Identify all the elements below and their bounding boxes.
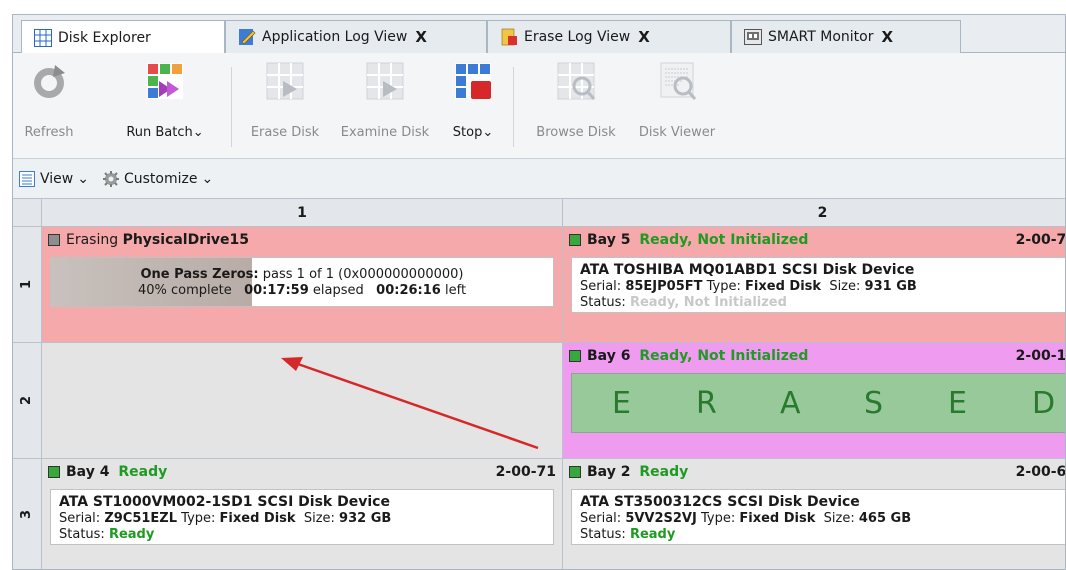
browse-disk-icon <box>556 61 596 103</box>
ribbon-separator <box>513 67 514 147</box>
tab-bar: Disk Explorer Application Log View X Era… <box>13 15 1065 54</box>
run-batch-icon <box>145 61 185 103</box>
tab-application-log-view[interactable]: Application Log View X <box>225 20 487 53</box>
disk-viewer-icon <box>657 61 697 103</box>
tab-label: SMART Monitor <box>768 29 874 45</box>
close-icon[interactable]: X <box>638 28 650 46</box>
erase-disk-icon <box>265 61 305 103</box>
tab-label: Erase Log View <box>524 29 631 45</box>
browse-disk-button[interactable]: Browse Disk <box>531 57 621 153</box>
ribbon-separator <box>231 67 232 147</box>
tab-label: Disk Explorer <box>58 29 151 46</box>
examine-disk-button[interactable]: Examine Disk <box>337 57 433 153</box>
customize-menu-button[interactable]: Customize ⌄ <box>102 170 213 187</box>
bay-grid: 1 2 1 2 3 Erasing PhysicalDrive15 One Pa… <box>13 199 1065 569</box>
view-icon <box>19 170 35 187</box>
tab-erase-log-view[interactable]: Erase Log View X <box>487 20 731 53</box>
ribbon-toolbar: Refresh Run Batch⌄ Erase Disk Examine Di… <box>13 53 1065 159</box>
stop-button[interactable]: Stop⌄ <box>443 57 503 153</box>
tab-smart-monitor[interactable]: SMART Monitor X <box>731 20 961 53</box>
refresh-button[interactable]: Refresh <box>19 57 79 153</box>
view-menu-button[interactable]: View ⌄ <box>19 170 89 187</box>
stop-icon <box>453 61 493 103</box>
tab-disk-explorer[interactable]: Disk Explorer <box>21 20 225 54</box>
erase-log-icon <box>500 28 518 46</box>
run-batch-button[interactable]: Run Batch⌄ <box>115 57 215 153</box>
close-icon[interactable]: X <box>415 28 427 46</box>
erase-disk-button[interactable]: Erase Disk <box>247 57 323 153</box>
disk-viewer-button[interactable]: Disk Viewer <box>631 57 723 153</box>
gear-icon <box>102 170 119 187</box>
grid-icon <box>34 28 52 47</box>
smart-icon <box>744 28 762 46</box>
view-toolbar: View ⌄ Customize ⌄ <box>13 159 1065 199</box>
tab-label: Application Log View <box>262 29 408 45</box>
examine-disk-icon <box>365 61 405 103</box>
log-icon <box>238 28 256 46</box>
app-window: Disk Explorer Application Log View X Era… <box>12 14 1066 570</box>
refresh-icon <box>29 61 69 103</box>
close-icon[interactable]: X <box>881 28 893 46</box>
annotation-arrow-icon <box>281 357 539 450</box>
